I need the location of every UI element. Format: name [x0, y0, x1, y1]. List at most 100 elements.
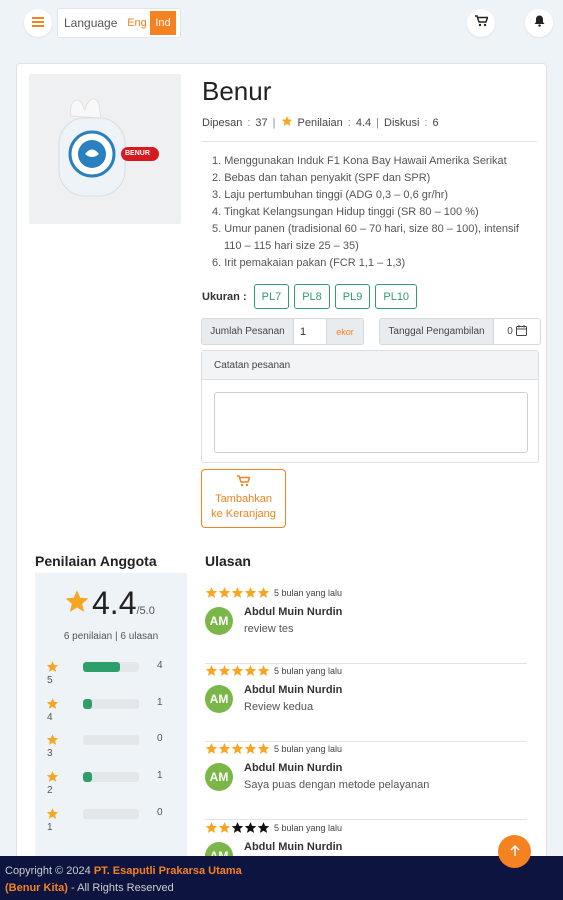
rating-level: 1 [47, 822, 53, 833]
star-filled-icon [244, 742, 257, 760]
feature-list: 1. Menggunakan Induk F1 Kona Bay Hawaii … [212, 153, 532, 272]
rating-count: 0 [157, 807, 163, 818]
average-rating-max: /5.0 [136, 605, 155, 617]
footer: Copyright © 2024 PT. Esaputli Prakarsa U… [0, 856, 563, 900]
rating-level: 2 [47, 785, 53, 796]
feature-item: 2. Bebas dan tahan penyakit (SPF dan SPR… [212, 172, 431, 184]
review-item: 5 bulan yang lalu AM Abdul Muin Nurdin Revi… [205, 664, 527, 742]
star-filled-icon [231, 586, 244, 604]
star-filled-icon [205, 664, 218, 682]
rating-count: 0 [157, 733, 163, 744]
bell-icon [534, 14, 545, 32]
product-meta: Dipesan : 37 | Penilaian : 4.4 | Diskusi… [202, 115, 439, 130]
rating-label: Penilaian [297, 116, 343, 129]
menu-button[interactable] [24, 9, 52, 37]
rating-bar-row: 41 [46, 697, 176, 727]
rating-count: 4 [157, 660, 163, 671]
divider [202, 141, 537, 142]
feature-item: 6. Irit pemakaian pakan (FCR 1,1 – 1,3) [212, 257, 406, 269]
cart-icon [474, 14, 488, 32]
pickup-date-input[interactable]: 0 [494, 319, 540, 344]
rating-bar-track [83, 699, 139, 709]
star-filled-icon [218, 742, 231, 760]
star-filled-icon [205, 742, 218, 760]
big-star-icon [64, 588, 90, 619]
rating-count-summary: 6 penilaian | 6 ulasan [63, 631, 159, 642]
rating-level: 4 [47, 712, 53, 723]
quantity-group: Jumlah Pesanan 1 ekor [201, 318, 364, 345]
top-bar: Language Eng Ind [0, 0, 563, 46]
meta-separator: | [376, 116, 380, 129]
rating-level: 3 [47, 748, 53, 759]
rating-colon: : [347, 116, 351, 129]
reviewer-name: Abdul Muin Nurdin [244, 762, 343, 774]
product-image: BENUR [29, 74, 181, 224]
size-option-pl10[interactable]: PL10 [375, 284, 418, 309]
add-to-cart-button[interactable]: Tambahkan ke Keranjang [201, 469, 286, 528]
cart-add-icon [202, 475, 285, 492]
rating-bar-row: 21 [46, 770, 176, 800]
star-filled-icon [218, 664, 231, 682]
pickup-date-label: Tanggal Pengambilan [380, 319, 494, 344]
footer-company-link[interactable]: PT. Esaputli Prakarsa Utama [94, 865, 242, 877]
rating-bar-fill [83, 699, 93, 709]
quantity-input[interactable]: 1 [294, 319, 326, 344]
language-option-ind[interactable]: Ind [150, 11, 176, 35]
rating-star-icon [281, 115, 293, 130]
pickup-date-value: 0 [507, 326, 513, 337]
reviewer-name: Abdul Muin Nurdin [244, 684, 343, 696]
rating-bar-track [83, 809, 139, 819]
ordered-value: 37 [255, 116, 268, 129]
size-option-pl7[interactable]: PL7 [253, 284, 290, 309]
scroll-to-top-button[interactable] [498, 835, 531, 868]
quantity-unit: ekor [326, 319, 363, 344]
notes-label: Catatan pesanan [202, 351, 538, 380]
add-to-cart-label-1: Tambahkan [215, 493, 272, 505]
review-stars [205, 664, 270, 682]
language-switcher: Language Eng Ind [57, 8, 181, 38]
rating-bar-fill [83, 772, 93, 782]
review-time: 5 bulan yang lalu [274, 744, 343, 754]
avatar: AM [205, 685, 233, 713]
pickup-date-group: Tanggal Pengambilan 0 [379, 318, 541, 345]
product-image-badge: BENUR [125, 150, 150, 157]
notification-button[interactable] [525, 9, 553, 37]
size-option-pl9[interactable]: PL9 [334, 284, 371, 309]
footer-brand-link[interactable]: (Benur Kita) [5, 882, 68, 894]
discussion-label: Diskusi [384, 116, 420, 129]
star-empty-icon [231, 821, 244, 839]
cart-button[interactable] [467, 9, 495, 37]
rating-count: 1 [157, 770, 163, 781]
review-stars [205, 742, 270, 760]
review-text: review tes [244, 623, 294, 635]
size-option-pl8[interactable]: PL8 [294, 284, 330, 309]
star-filled-icon [257, 664, 270, 682]
discussion-value: 6 [432, 116, 439, 129]
avatar: AM [205, 763, 233, 791]
size-selector: Ukuran : PL7 PL8 PL9 PL10 [202, 284, 418, 309]
average-rating-value: 4.4 [92, 585, 137, 621]
star-filled-icon [257, 742, 270, 760]
size-label: Ukuran : [202, 290, 247, 303]
reviewer-name: Abdul Muin Nurdin [244, 841, 343, 853]
rating-bar-track [83, 662, 139, 672]
review-item: 5 bulan yang lalu AM Abdul Muin Nurdin revi… [205, 586, 527, 664]
calendar-icon [515, 324, 527, 339]
star-filled-icon [231, 664, 244, 682]
star-filled-icon [244, 586, 257, 604]
review-item: 5 bulan yang lalu AM Abdul Muin Nurdin Saya… [205, 742, 527, 820]
star-filled-icon [231, 742, 244, 760]
language-option-eng[interactable]: Eng [124, 11, 150, 35]
average-rating: 4.4 /5.0 [64, 585, 155, 622]
rating-bar-fill [83, 662, 121, 672]
arrow-up-icon [509, 844, 520, 860]
star-filled-icon [218, 586, 231, 604]
review-text: Review kedua [244, 701, 314, 713]
ordered-label: Dipesan [202, 116, 243, 129]
rating-bar-row: 10 [46, 807, 176, 837]
feature-item: 5. Umur panen (tradisional 60 – 70 hari,… [212, 223, 519, 252]
review-stars [205, 586, 270, 604]
notes-textarea[interactable] [214, 392, 528, 453]
footer-copyright: Copyright © 2024 [5, 865, 94, 877]
feature-item: 3. Laju pertumbuhan tinggi (ADG 0,3 – 0,… [212, 189, 449, 201]
